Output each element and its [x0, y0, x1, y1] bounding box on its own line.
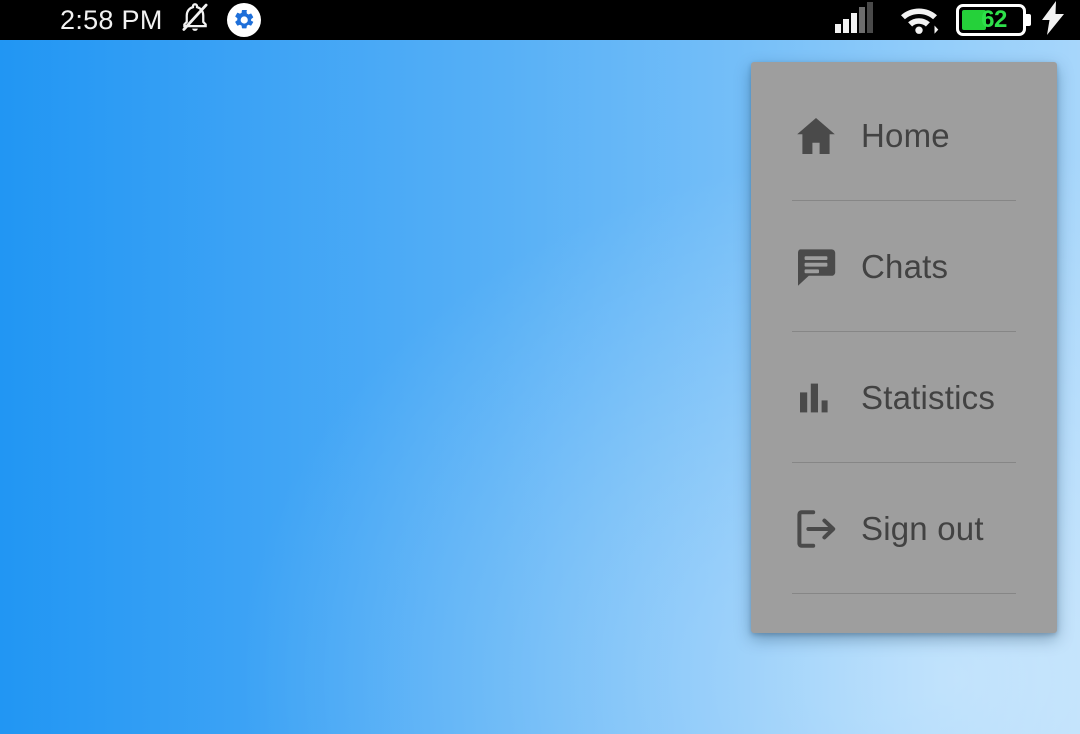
menu-item-statistics[interactable]: Statistics	[751, 332, 1057, 463]
status-bar: 2:58 PM 62	[0, 0, 1080, 40]
menu-item-sign-out[interactable]: Sign out	[751, 463, 1057, 594]
menu-item-home[interactable]: Home	[751, 70, 1057, 201]
bell-off-icon	[177, 0, 213, 41]
status-bar-left-group: 2:58 PM	[60, 0, 261, 41]
menu-item-statistics-label: Statistics	[861, 379, 996, 416]
status-bar-right-group: 62	[834, 0, 1066, 40]
home-icon	[792, 112, 840, 160]
menu-item-sign-out-label: Sign out	[861, 510, 984, 547]
navigation-drawer: Home Chats Statistics Sign out	[751, 62, 1057, 633]
cellular-signal-icon	[834, 1, 882, 39]
sign-out-icon	[792, 505, 840, 553]
menu-item-home-label: Home	[861, 117, 950, 154]
bar-chart-icon	[792, 374, 840, 422]
menu-item-chats-label: Chats	[861, 248, 949, 285]
gear-icon[interactable]	[226, 3, 261, 37]
phone-screen: 2:58 PM 62 Home Chats Statistics Sign ou…	[0, 0, 1080, 734]
battery-indicator: 62	[956, 4, 1026, 36]
lightning-bolt-icon	[1040, 0, 1066, 40]
menu-divider	[792, 593, 1016, 594]
battery-level-text: 62	[981, 6, 1007, 33]
menu-item-chats[interactable]: Chats	[751, 201, 1057, 332]
battery-icon: 62	[956, 4, 1026, 36]
wifi-icon	[896, 1, 942, 40]
status-bar-clock: 2:58 PM	[60, 4, 163, 35]
chat-bubble-icon	[792, 243, 840, 291]
